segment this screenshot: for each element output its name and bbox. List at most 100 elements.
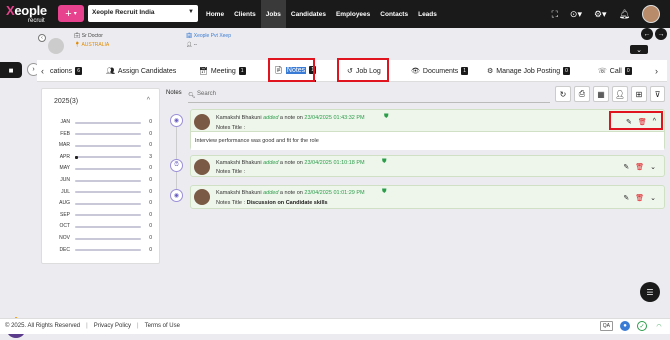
nav-jobs[interactable]: Jobs (260, 0, 286, 28)
phone-icon: ☏ (598, 68, 607, 75)
month-bar (75, 225, 141, 228)
month-row[interactable]: MAR 0 (42, 142, 161, 152)
nav-candidates[interactable]: Candidates (286, 0, 331, 28)
note-card: Kamakshi Bhakuni added a note on 23/04/2… (190, 155, 665, 177)
note-actions: ✎ 🗑︎ ⌄ (623, 163, 656, 171)
month-name: MAR (58, 142, 70, 149)
month-bar (75, 249, 141, 252)
job-location: 📍︎ AUSTRALIA (74, 42, 110, 48)
highlight-note-actions (609, 111, 663, 130)
company-select[interactable]: Xeople Recruit India ▼ (88, 5, 198, 22)
note-body: Interview performance was good and fit f… (191, 131, 664, 150)
month-count: 0 (149, 200, 152, 207)
tabs-prev-icon[interactable]: ‹ (41, 66, 44, 76)
app-logo[interactable]: Xeople recruit (6, 3, 54, 25)
briefcase-icon[interactable]: ■ (0, 62, 22, 78)
back-button[interactable]: ← (641, 28, 653, 40)
delete-icon[interactable]: 🗑︎ (635, 194, 644, 202)
gear-icon[interactable]: ⚙▾ (594, 9, 607, 20)
month-row[interactable]: FEB 0 (42, 131, 161, 141)
month-row[interactable]: SEP 0 (42, 212, 161, 222)
calendar-button[interactable]: ▦ (593, 86, 609, 102)
user-avatar[interactable] (642, 5, 660, 23)
month-count: 0 (149, 235, 152, 241)
month-row[interactable]: OCT 0 (42, 223, 161, 233)
logo-text: eople (14, 3, 47, 18)
tab-call[interactable]: ☏ Call 0 (598, 60, 632, 82)
user-filter-button[interactable]: 👤︎ (612, 86, 628, 102)
notes-heading: Notes (166, 90, 182, 96)
note-timeline-icon: ◉ (170, 189, 183, 202)
job-avatar (48, 38, 64, 54)
month-count: 0 (149, 119, 152, 125)
fullscreen-icon[interactable]: ⛶ (552, 9, 558, 20)
quick-add-button[interactable]: + ▾ (58, 5, 84, 22)
month-count: 0 (149, 188, 152, 195)
chevron-down-icon[interactable]: ⌄ (650, 163, 656, 171)
month-row[interactable]: DEC 0 (42, 247, 161, 257)
terms-link[interactable]: Terms of Use (145, 323, 180, 329)
hierarchy-button[interactable]: ⊞ (631, 86, 647, 102)
job-header: ‹ 💼︎ Sr Doctor 📍︎ AUSTRALIA 🏢︎ Xeople Pv… (38, 28, 670, 56)
timeline-line (176, 115, 177, 197)
nav-contacts[interactable]: Contacts (375, 0, 413, 28)
tab-applications[interactable]: cations 6 (50, 60, 82, 82)
chevron-up-icon[interactable]: ^ (147, 97, 150, 104)
month-row[interactable]: JAN 0 (42, 119, 161, 129)
edit-icon[interactable]: ✎ (623, 163, 629, 171)
top-icons: ⛶ ⊙▾ ⚙▾ 🔔︎ (552, 0, 660, 28)
tabs-next-icon[interactable]: › (655, 66, 658, 76)
job-company-sub: 👤︎ -- (186, 42, 198, 48)
chevron-down-icon: ▼ (188, 9, 194, 15)
month-row[interactable]: JUN 0 (42, 177, 161, 187)
edit-icon[interactable]: ✎ (623, 194, 629, 202)
notes-search-input[interactable]: 🔍︎ Search (188, 91, 550, 103)
month-bar (75, 179, 141, 182)
month-name: APR (59, 153, 70, 160)
month-bar (75, 144, 141, 147)
tab-manage-job-posting[interactable]: ⚙ Manage Job Posting 0 (487, 60, 570, 82)
month-name: MAY (59, 165, 70, 172)
help-icon[interactable]: ⊙▾ (570, 9, 582, 20)
nav-employees[interactable]: Employees (331, 0, 375, 28)
nav-leads[interactable]: Leads (413, 0, 442, 28)
tab-meeting[interactable]: 📅︎ Meeting 1 (199, 60, 246, 82)
eye-icon: 👁︎ (411, 68, 420, 75)
nav-home[interactable]: Home (201, 0, 229, 28)
forward-button[interactable]: → (655, 28, 667, 40)
print-button[interactable]: ⎙ (574, 86, 590, 102)
month-name: OCT (59, 223, 70, 230)
check-icon[interactable]: ✓ (637, 321, 647, 331)
wifi-icon: ◠ (656, 323, 662, 330)
tab-documents[interactable]: 👁︎ Documents 1 (411, 60, 469, 82)
chevron-down-icon[interactable]: ⌄ (650, 194, 656, 202)
tab-assign-candidates[interactable]: 👥︎ Assign Candidates (106, 60, 176, 82)
month-name: DEC (59, 246, 70, 253)
month-row[interactable]: AUG 0 (42, 200, 161, 210)
note-author-line: Kamakshi Bhakuni added a note on 23/04/2… (216, 160, 365, 166)
user-status-icon[interactable]: ● (620, 321, 630, 331)
menu-fab-button[interactable]: ☰ (640, 282, 660, 302)
nav-clients[interactable]: Clients (229, 0, 261, 28)
filter-button[interactable]: ⊽ (650, 86, 665, 102)
month-row[interactable]: MAY 0 (42, 165, 161, 175)
back-icon[interactable]: ‹ (38, 34, 46, 42)
collapse-header-button[interactable]: ⌄ (630, 45, 648, 54)
bell-icon[interactable]: 🔔︎ (619, 9, 630, 20)
author-avatar (194, 114, 210, 130)
search-icon: 🔍︎ (188, 93, 196, 99)
month-count: 0 (149, 177, 152, 183)
logo-sub: recruit (28, 18, 45, 24)
copyright-text: © 2025. All Rights Reserved (5, 323, 81, 329)
month-row[interactable]: APR 3 (42, 154, 161, 164)
delete-icon[interactable]: 🗑︎ (635, 163, 644, 171)
month-row[interactable]: JUL 0 (42, 189, 161, 199)
privacy-link[interactable]: Privacy Policy (94, 323, 131, 329)
job-company[interactable]: 🏢︎ Xeople Pvt Xeep (186, 33, 231, 39)
year-title[interactable]: 2025(3) (54, 98, 78, 105)
qa-badge: QA (599, 321, 613, 331)
month-count: 0 (149, 211, 152, 218)
refresh-button[interactable]: ↻ (555, 86, 571, 102)
highlight-job-log-tab (337, 58, 389, 82)
month-row[interactable]: NOV 0 (42, 235, 161, 245)
